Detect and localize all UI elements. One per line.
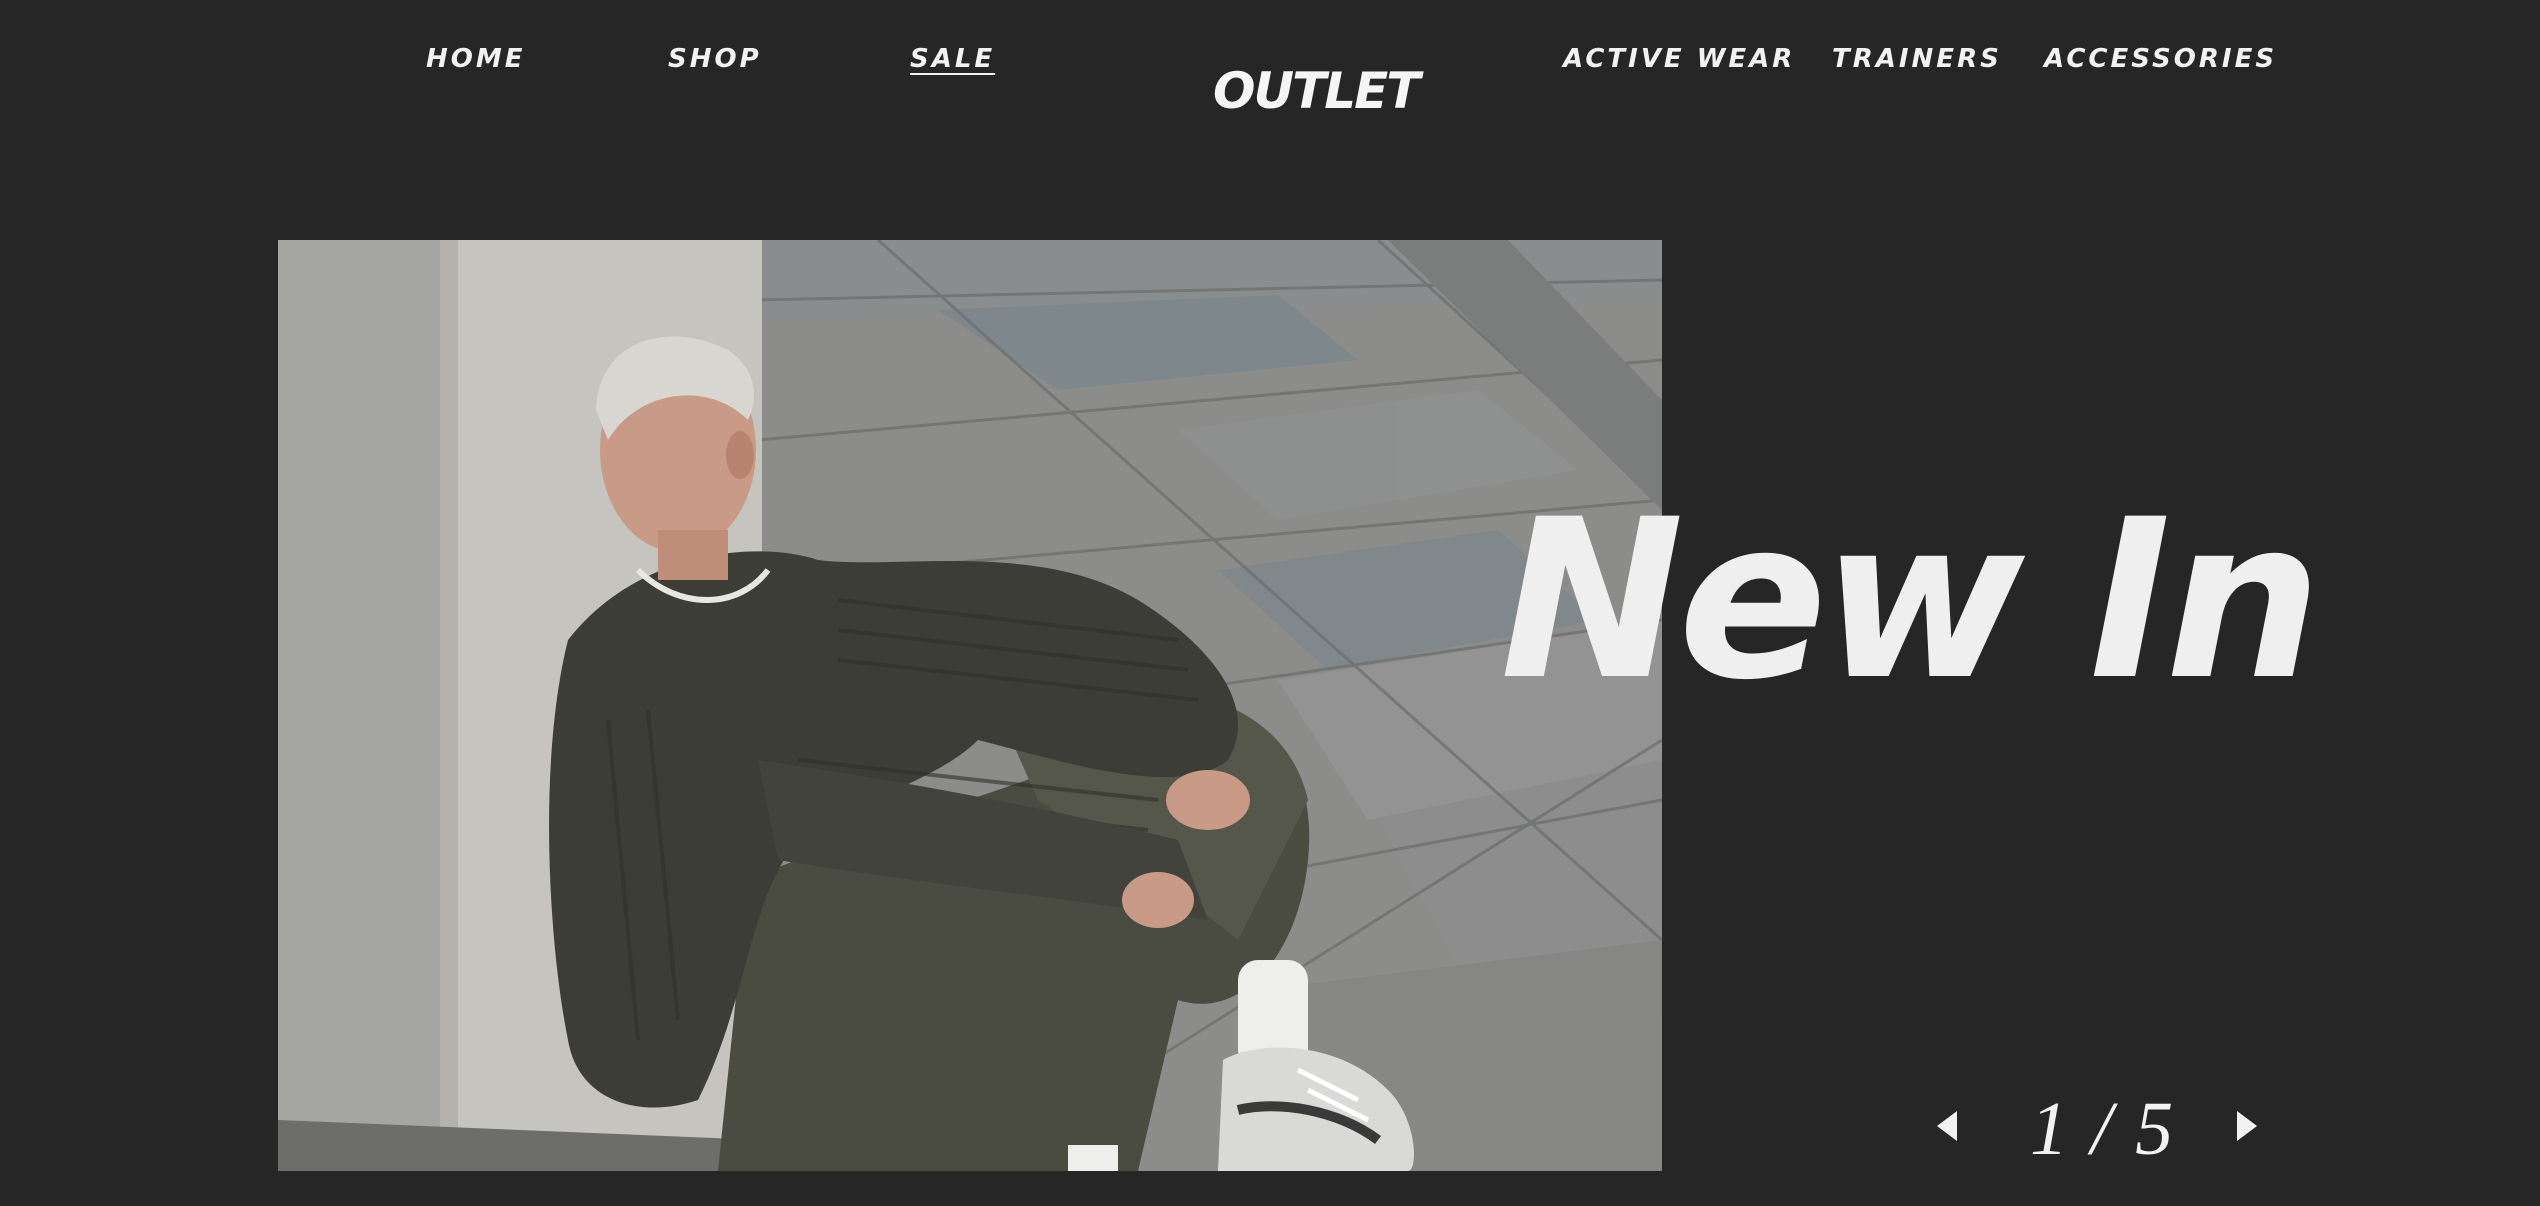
arrow-left-icon [1937,1111,1957,1141]
pager-next-button[interactable] [2232,1108,2262,1144]
nav-sale[interactable]: SALE [910,44,995,74]
slide-counter: 1 / 5 [2030,1087,2176,1171]
nav-home[interactable]: HOME [426,44,526,74]
nav-active-wear[interactable]: ACTIVE WEAR [1563,44,1795,74]
page: HOME SHOP SALE OUTLET ACTIVE WEAR TRAINE… [0,0,2540,1206]
site-logo[interactable]: OUTLET [1213,62,1420,120]
hero-headline: New In [1500,472,2322,728]
hero-photo-illustration [278,240,1662,1171]
nav-trainers[interactable]: TRAINERS [1832,44,2002,74]
nav-shop[interactable]: SHOP [668,44,762,74]
arrow-right-icon [2237,1111,2257,1141]
hero-image [278,240,1662,1171]
pager-prev-button[interactable] [1932,1108,1962,1144]
nav-accessories[interactable]: ACCESSORIES [2044,44,2277,74]
